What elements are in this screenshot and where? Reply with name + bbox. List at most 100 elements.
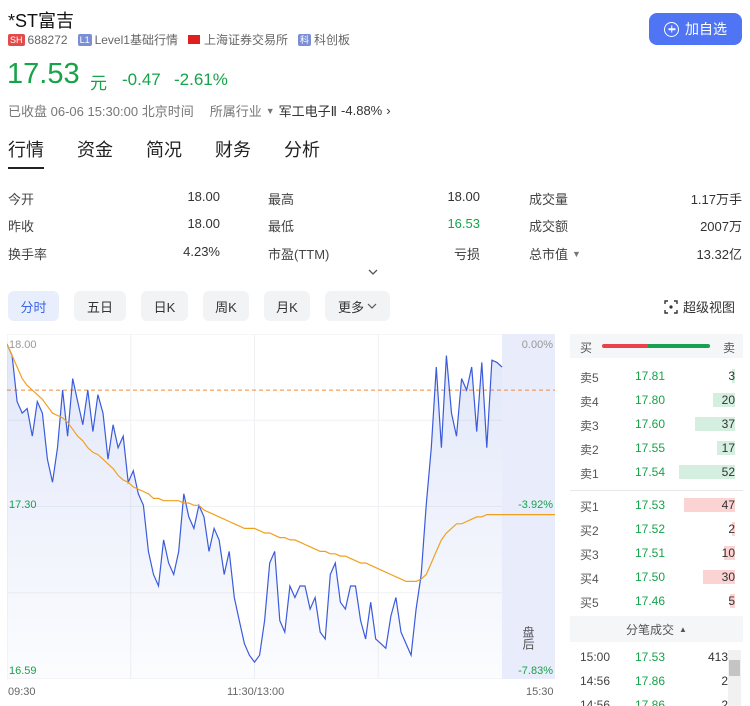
level-label: 买2	[580, 524, 599, 538]
level-volume: 47	[721, 498, 735, 512]
ask-row[interactable]: 卖2 17.55 17	[570, 436, 743, 460]
pct-axis-mid: -3.92%	[518, 499, 553, 511]
tab-finance[interactable]: 财务	[215, 136, 251, 162]
chevron-down-icon	[367, 303, 377, 309]
tab-profile[interactable]: 简况	[146, 136, 182, 162]
tab-market[interactable]: 行情	[8, 136, 44, 169]
period-intraday-button[interactable]: 分时	[8, 291, 59, 321]
stat-value: 18.00	[187, 216, 220, 231]
ask-row[interactable]: 卖1 17.54 52	[570, 460, 743, 484]
plus-circle-icon	[664, 21, 679, 37]
period-weekly-button[interactable]: 周K	[203, 291, 249, 321]
bid-row[interactable]: 买1 17.53 47	[570, 493, 743, 517]
level-label: 卖3	[580, 419, 599, 433]
level-label: 卖2	[580, 443, 599, 457]
stock-name: *ST富吉	[8, 11, 75, 31]
stat-value: 4.23%	[183, 244, 220, 259]
stat-value: 1.17万手	[690, 192, 742, 207]
level-label: 买5	[580, 596, 599, 610]
caret-up-icon: ▲	[679, 624, 687, 634]
add-watchlist-button[interactable]: 加自选	[649, 13, 742, 45]
period-daily-button[interactable]: 日K	[141, 291, 188, 321]
industry-change: -4.88%	[341, 103, 383, 118]
period-monthly-button[interactable]: 月K	[264, 291, 310, 321]
china-flag-icon	[187, 35, 200, 44]
stat-label: 成交额	[529, 219, 569, 234]
period-5day-button[interactable]: 五日	[74, 291, 126, 321]
book-divider	[570, 490, 743, 491]
stat-label: 最低	[268, 219, 295, 234]
bid-row[interactable]: 买5 17.46 5	[570, 589, 743, 613]
stat-value: 13.32亿	[696, 247, 742, 262]
exchange-label: 上海证券交易所	[203, 33, 288, 47]
add-watchlist-label: 加自选	[685, 21, 727, 37]
level-price: 17.51	[635, 546, 666, 560]
stat-label: 总市值	[529, 247, 569, 262]
trades-header[interactable]: 分笔成交 ▲	[570, 616, 743, 642]
super-view-label: 超级视图	[683, 300, 736, 315]
price-axis-top: 18.00	[9, 339, 37, 351]
super-view-button[interactable]: 超级视图	[664, 297, 735, 316]
stat-value: 16.53	[447, 216, 480, 231]
level-volume: 37	[721, 417, 735, 431]
time-axis-end: 15:30	[526, 686, 554, 698]
trade-volume: 2	[721, 674, 728, 688]
ask-row[interactable]: 卖3 17.60 37	[570, 412, 743, 436]
bid-row[interactable]: 买2 17.52 2	[570, 517, 743, 541]
trade-price: 17.86	[635, 698, 666, 706]
period-more-button[interactable]: 更多	[325, 291, 390, 321]
board-icon: 科	[297, 33, 311, 46]
industry-name[interactable]: 军工电子Ⅱ	[279, 101, 337, 120]
tab-funds[interactable]: 资金	[77, 136, 113, 162]
pct-axis-bottom: -7.83%	[518, 665, 553, 677]
price-unit: 元	[90, 74, 107, 93]
trades-list: 15:00 17.53 413 14:56 17.86 2 14:56 17.86 2	[570, 650, 728, 706]
industry-label[interactable]: 所属行业	[210, 101, 262, 120]
quote-status-line: 已收盘 06-06 15:30:00 北京时间 所属行业 ▼ 军工电子Ⅱ -4.…	[8, 101, 391, 120]
expand-chevron-icon[interactable]	[368, 267, 378, 277]
level-price: 17.46	[635, 594, 666, 608]
trade-time: 15:00	[580, 650, 611, 664]
sell-label: 卖	[722, 341, 735, 355]
buy-ratio-bar	[602, 344, 648, 348]
bid-row[interactable]: 买4 17.50 30	[570, 565, 743, 589]
scrollbar-thumb[interactable]	[729, 660, 740, 676]
trades-label: 分笔成交	[626, 622, 675, 637]
trades-scrollbar[interactable]	[728, 650, 741, 706]
trade-price: 17.86	[635, 674, 666, 688]
price-axis-mid: 17.30	[9, 499, 37, 511]
current-price: 17.53	[7, 58, 80, 90]
level-volume: 20	[721, 393, 735, 407]
board-group: 科 科创板	[297, 31, 350, 48]
stat-label: 成交量	[529, 192, 569, 207]
stat-value: 18.00	[447, 189, 480, 204]
stat-value: 18.00	[187, 189, 220, 204]
ask-row[interactable]: 卖4 17.80 20	[570, 388, 743, 412]
time-axis-start: 09:30	[8, 686, 36, 698]
level-label: 卖1	[580, 467, 599, 481]
fullscreen-icon	[664, 299, 678, 314]
stat-value: 2007万	[700, 219, 742, 234]
intraday-chart[interactable]: 18.00 17.30 16.59 0.00% -3.92% -7.83% 盘后	[7, 334, 555, 679]
stat-label: 换手率	[8, 247, 48, 262]
level-price: 17.54	[635, 465, 666, 479]
ask-row[interactable]: 卖5 17.81 3	[570, 364, 743, 388]
stat-label: 昨收	[8, 219, 35, 234]
stock-code-group: SH 688272	[8, 33, 68, 47]
chevron-right-icon[interactable]: ›	[386, 103, 390, 118]
order-book: 买 卖 卖5 17.81 3 卖4 17.80 20 卖3 17.60 37 卖2 17.55 17 卖…	[570, 334, 743, 706]
exchange-group: 上海证券交易所	[187, 31, 288, 48]
stock-meta: SH 688272 L1 Level1基础行情 上海证券交易所 科 科创板	[8, 31, 360, 48]
bid-row[interactable]: 买3 17.51 10	[570, 541, 743, 565]
level-volume: 3	[728, 369, 735, 383]
level-group: L1 Level1基础行情	[77, 31, 178, 48]
level-label: 买3	[580, 548, 599, 562]
tab-analysis[interactable]: 分析	[284, 136, 320, 162]
trade-time: 14:56	[580, 698, 611, 706]
market-cap-label-group[interactable]: 总市值 ▼	[529, 244, 581, 263]
pct-axis-top: 0.00%	[522, 339, 553, 351]
caret-down-icon: ▼	[265, 105, 275, 116]
level-icon: L1	[77, 33, 92, 46]
level-price: 17.81	[635, 369, 666, 383]
trade-volume: 413	[707, 650, 728, 664]
